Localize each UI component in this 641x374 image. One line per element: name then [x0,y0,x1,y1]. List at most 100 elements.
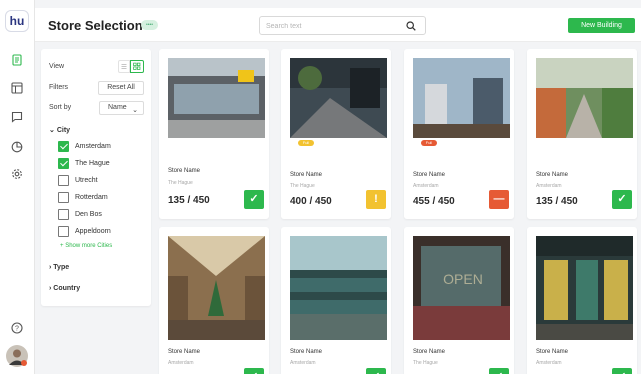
store-name: Store Name [413,349,446,355]
reset-all-button[interactable]: Reset All [98,81,144,95]
type-filter-toggle[interactable]: › Type [49,264,69,271]
sort-label: Sort by [49,104,72,111]
store-photo [536,58,633,138]
store-card[interactable]: Store Name Amsterdam ✓ [281,227,391,374]
store-card[interactable]: Store Name Amsterdam ✓ [159,227,269,374]
store-photo [168,236,265,340]
check-icon: ✓ [612,190,632,209]
grid-icon [133,62,141,70]
occupancy-count: 135 / 450 [536,196,578,207]
help-icon[interactable]: ? [11,322,23,334]
store-card[interactable]: Store Name The Hague 135 / 450 ✓ [159,49,269,219]
show-more-label: Show more Cities [65,243,113,249]
search-icon[interactable] [406,21,416,31]
checkbox-den-bos[interactable] [58,209,69,220]
store-name: Store Name [290,172,323,178]
store-city: Amsterdam [413,183,439,189]
city-label: Utrecht [75,177,98,184]
show-more-cities-link[interactable]: + Show more Cities [60,243,112,249]
user-avatar[interactable] [6,345,28,367]
filters-label: Filters [49,84,69,91]
store-name: Store Name [536,349,569,355]
chevron-right-icon: › [49,264,52,271]
capacity-badge: Full [298,140,314,146]
city-label: Den Bos [75,211,102,218]
list-view-button[interactable] [118,60,130,73]
store-name: Store Name [413,172,446,178]
page-title: Store Selection [48,18,143,33]
app-logo[interactable]: hu [5,10,29,32]
checkbox-utrecht[interactable] [58,175,69,186]
layout-icon[interactable] [11,82,23,94]
filter-panel: View Filters Reset All Sort by Name ⌄ ⌄ … [41,49,151,306]
occupancy-count: 455 / 450 [413,196,455,207]
exclamation-icon: ! [366,190,386,209]
occupancy-count: 135 / 450 [168,195,210,206]
check-icon: ✓ [244,190,264,209]
store-city: Amsterdam [536,360,562,366]
new-building-button[interactable]: New Building [568,18,635,33]
store-photo [290,58,387,138]
left-rail: hu ? [0,0,35,374]
store-city: Amsterdam [168,360,194,366]
store-card[interactable]: Full Store Name The Hague 400 / 450 ! [281,49,391,219]
store-city: Amsterdam [290,360,316,366]
city-label: Amsterdam [75,143,111,150]
sort-value: Name [108,104,127,111]
svg-text:OPEN: OPEN [443,271,483,287]
country-heading: Country [53,285,81,292]
view-toggle[interactable] [118,60,144,73]
store-city: Amsterdam [536,183,562,189]
svg-text:?: ? [15,326,19,333]
city-label: The Hague [75,160,110,167]
list-icon [121,64,127,69]
checkbox-appeldoorn[interactable] [58,226,69,237]
store-name: Store Name [536,172,569,178]
store-card[interactable]: Store Name Amsterdam ✓ [527,227,637,374]
store-name: Store Name [168,168,201,174]
country-filter-toggle[interactable]: › Country [49,285,80,292]
store-photo [168,58,265,138]
store-city: The Hague [413,360,438,366]
pie-chart-icon[interactable] [11,141,23,153]
title-badge: •••• [141,20,158,30]
checkbox-rotterdam[interactable] [58,192,69,203]
type-heading: Type [53,264,70,271]
occupancy-count: 400 / 450 [290,196,332,207]
chevron-right-icon: › [49,285,52,292]
settings-icon[interactable] [11,168,23,180]
chevron-down-icon: ⌄ [132,107,138,114]
store-card[interactable]: Full Store Name Amsterdam 455 / 450 — [404,49,514,219]
view-label: View [49,63,65,70]
check-icon: ✓ [489,368,509,374]
check-icon: ✓ [366,368,386,374]
capacity-badge: Full [421,140,437,146]
message-icon[interactable] [11,111,23,123]
store-photo [413,58,510,138]
minus-icon: — [489,190,509,209]
store-photo: OPEN [413,236,510,340]
plus-icon: + [60,243,64,249]
store-name: Store Name [168,349,201,355]
chevron-down-icon: ⌄ [49,127,55,134]
store-card[interactable]: Store Name Amsterdam 135 / 450 ✓ [527,49,637,219]
checkbox-amsterdam[interactable] [58,141,69,152]
city-label: Appeldoorn [75,228,111,235]
document-icon[interactable] [11,54,23,66]
store-photo [290,236,387,340]
checkbox-the-hague[interactable] [58,158,69,169]
page-header: Store Selection •••• New Building [35,8,641,42]
sort-select[interactable]: Name ⌄ [99,101,144,115]
city-label: Rotterdam [75,194,108,201]
store-city: The Hague [290,183,315,189]
store-name: Store Name [290,349,323,355]
check-icon: ✓ [244,368,264,374]
city-heading: City [56,127,71,134]
city-filter-toggle[interactable]: ⌄ City [49,126,70,134]
grid-view-button[interactable] [130,60,144,73]
search-input[interactable] [266,20,404,32]
store-city: The Hague [168,180,193,186]
store-card[interactable]: OPEN Store Name The Hague ✓ [404,227,514,374]
check-icon: ✓ [612,368,632,374]
search-box[interactable] [259,16,426,35]
